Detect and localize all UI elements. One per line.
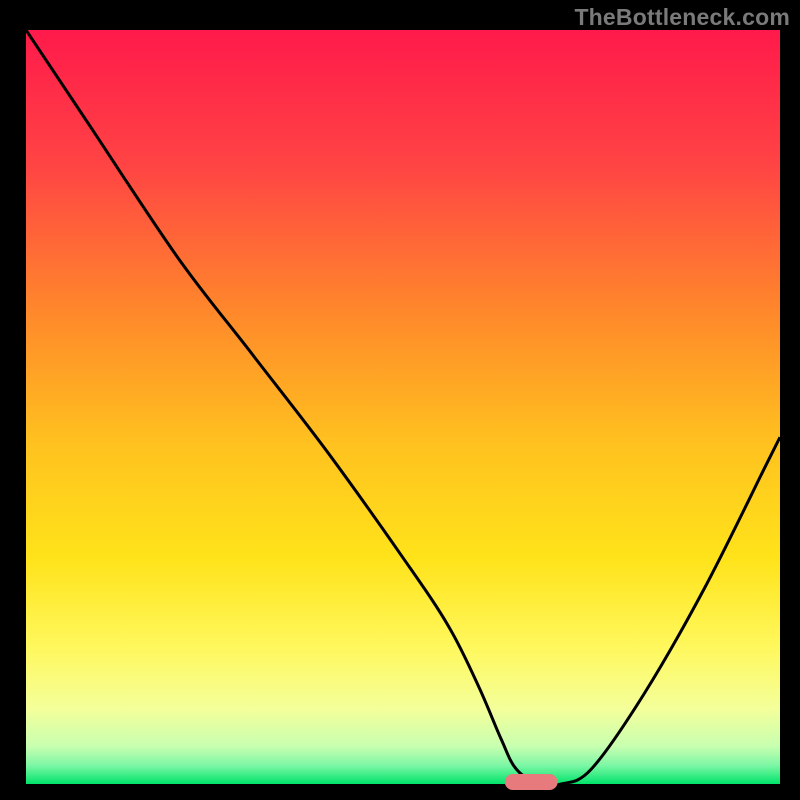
optimum-marker bbox=[505, 774, 558, 790]
bottleneck-chart bbox=[0, 0, 800, 800]
chart-stage: TheBottleneck.com bbox=[0, 0, 800, 800]
watermark-text: TheBottleneck.com bbox=[574, 4, 790, 31]
plot-background bbox=[26, 30, 780, 784]
